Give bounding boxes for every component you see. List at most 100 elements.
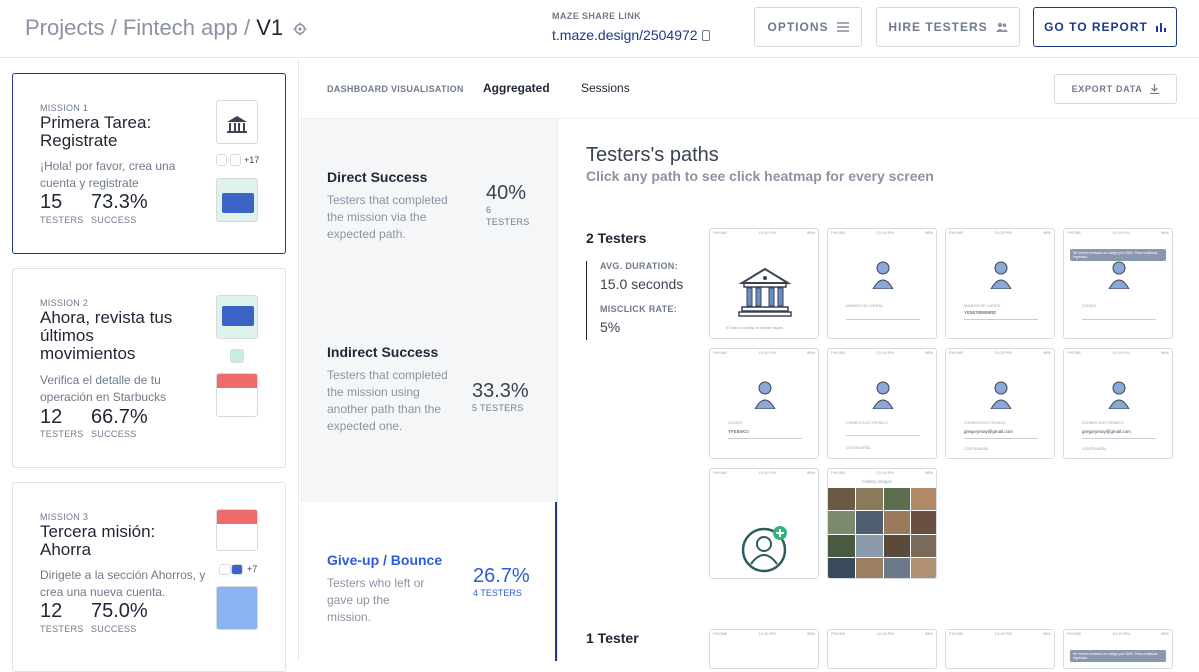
dashboard-visualisation-label: DASHBOARD VISUALISATION: [327, 84, 464, 94]
mission-testers-label: TESTERS: [40, 624, 84, 634]
paths-title: Testers's paths: [586, 144, 719, 166]
share-link-label: MAZE SHARE LINK: [552, 11, 641, 21]
red-header-graphic: [217, 374, 257, 388]
path-screen[interactable]: PHONE 10:15 PM 98% NUMERO DE CUENTA: [827, 228, 937, 339]
field-label: CONTRASEÑA: [846, 446, 871, 450]
breadcrumb-separator: /: [243, 15, 251, 40]
carrier-text: PHONE: [1067, 350, 1082, 355]
tab-aggregated[interactable]: Aggregated: [483, 81, 550, 95]
stat-count-label: 5 TESTERS: [472, 403, 524, 413]
copy-icon[interactable]: [701, 30, 710, 41]
mini-screen-thumbnail: [219, 564, 231, 575]
time-text: 10:15 PM: [1112, 350, 1130, 355]
mission-card-1[interactable]: MISSION 1 Primera Tarea: Registrate ¡Hol…: [12, 73, 286, 254]
breadcrumb-project[interactable]: Fintech app: [123, 15, 238, 40]
red-header-graphic: [217, 510, 257, 524]
share-link[interactable]: t.maze.design/2504972: [552, 27, 710, 43]
mini-screen-thumbnail: [230, 349, 244, 363]
bank-caption: El banco configu a donde vayas: [726, 325, 783, 330]
mission-success-rate: 75.0%: [91, 600, 148, 622]
export-data-button[interactable]: EXPORT DATA: [1054, 74, 1177, 104]
gallery-screen[interactable]: PHONE 10:15 PM 98% Gallery images: [827, 468, 937, 579]
stat-percentage: 26.7%: [473, 565, 530, 587]
breadcrumb-projects[interactable]: Projects: [25, 15, 104, 40]
field-label: CODIGO: [728, 421, 743, 425]
time-text: 10:15 PM: [876, 631, 894, 636]
go-to-report-button[interactable]: GO TO REPORT: [1033, 7, 1177, 47]
stat-percentage: 33.3%: [472, 380, 529, 402]
gallery-photo: [911, 534, 936, 557]
options-label: OPTIONS: [767, 20, 829, 34]
path-screen[interactable]: PHONE 10:15 PM 98% CORREO ELECTRONICO greg…: [945, 348, 1055, 459]
stat-indirect-success[interactable]: Indirect Success Testers that completed …: [300, 294, 557, 502]
field-label: CONTRASEÑA: [964, 447, 989, 451]
field-underline: [846, 435, 920, 436]
mission-card-2[interactable]: MISSION 2 Ahora, revista tus últimos mov…: [12, 268, 286, 468]
status-bar: PHONE 10:15 PM 98%: [710, 469, 818, 476]
path-screen[interactable]: PHONE 10:15 PM 98%: [827, 629, 937, 669]
screen-thumbnail: [216, 373, 258, 417]
field-underline: [964, 319, 1038, 320]
mission-label: MISSION 3: [40, 512, 89, 522]
user-icon: [872, 261, 894, 289]
field-label: NUMERO DE CUENTA: [964, 304, 1001, 308]
gallery-photo: [855, 511, 883, 534]
mini-screen-thumbnail: [216, 154, 227, 166]
mission-card-3[interactable]: MISSION 3 Tercera misión: Ahorra Diriget…: [12, 482, 286, 672]
mission-title: Ahora, revista tus últimos movimientos: [40, 308, 173, 363]
time-text: 10:15 PM: [758, 470, 776, 475]
stat-direct-success[interactable]: Direct Success Testers that completed th…: [300, 119, 557, 294]
path-screen[interactable]: PHONE 10:15 PM 98% CODIGO YFE6SKO: [709, 348, 819, 459]
battery-text: 98%: [806, 470, 815, 475]
options-button[interactable]: OPTIONS: [754, 7, 862, 47]
avg-duration-value: 15.0 seconds: [600, 276, 684, 292]
share-link-text[interactable]: t.maze.design/2504972: [552, 27, 698, 43]
mission-title: Primera Tarea: Registrate: [40, 113, 152, 150]
status-bar: PHONE 10:15 PM 98%: [946, 630, 1054, 637]
screen-thumbnail: [216, 100, 258, 144]
gallery-photo: [883, 511, 911, 534]
battery-text: 98%: [1160, 350, 1169, 355]
card-graphic: [222, 306, 254, 326]
card-screen-thumbnail: [216, 586, 258, 630]
gallery-photo: [855, 557, 883, 578]
hire-testers-button[interactable]: HIRE TESTERS: [876, 7, 1020, 47]
more-screens-count: +7: [247, 564, 258, 574]
carrier-text: PHONE: [713, 230, 728, 235]
time-text: 10:15 PM: [994, 230, 1012, 235]
path-screen[interactable]: PHONE 10:15 PM 98% Se hemos enviado un cód…: [1063, 228, 1173, 339]
gallery-photo: [828, 534, 855, 557]
path-screen[interactable]: PHONE 10:15 PM 98%: [945, 629, 1055, 669]
path-screen[interactable]: PHONE 10:15 PM 98% Se hemos enviado un cód…: [1063, 629, 1173, 669]
carrier-text: PHONE: [831, 631, 846, 636]
bank-icon: [738, 267, 792, 317]
misclick-rate-value: 5%: [600, 319, 621, 335]
mission-testers-label: TESTERS: [40, 215, 84, 225]
gallery-title: Gallery images: [862, 479, 893, 484]
sms-toast: Se hemos enviado un código por SMS. Para…: [1070, 650, 1166, 662]
top-header: Projects / Fintech app / V1 MAZE SHARE L…: [0, 0, 1199, 58]
card-screen-thumbnail: [216, 295, 258, 339]
gear-icon[interactable]: [293, 22, 307, 36]
stat-give-up[interactable]: Give-up / Bounce Testers who left or gav…: [300, 502, 557, 661]
field-underline: [846, 319, 920, 320]
paths-subtitle: Click any path to see click heatmap for …: [586, 168, 934, 184]
gallery-photo: [883, 534, 911, 557]
tab-sessions[interactable]: Sessions: [581, 81, 630, 95]
mission-label: MISSION 1: [40, 103, 89, 113]
gallery-photo: [911, 511, 936, 534]
path-screen[interactable]: PHONE 10:15 PM 98%: [709, 468, 819, 579]
mini-screen-thumbnail: [230, 154, 241, 166]
time-text: 10:15 PM: [758, 230, 776, 235]
path-screen[interactable]: PHONE 10:15 PM 98% NUMERO DE CUENTA YE5678…: [945, 228, 1055, 339]
stat-count-label: 4 TESTERS: [473, 588, 522, 598]
gallery-photo: [855, 488, 883, 511]
path-screen[interactable]: PHONE 10:15 PM 98% CORREO ELECTRONICO CONT…: [827, 348, 937, 459]
mission-testers-count: 15: [40, 191, 63, 213]
path-screen[interactable]: PHONE 10:15 PM 98% CORREO ELECTRONICO greg…: [1063, 348, 1173, 459]
path-screen[interactable]: PHONE 10:15 PM 98% El banco configu a dond…: [709, 228, 819, 339]
stat-title: Direct Success: [327, 169, 428, 185]
time-text: 10:15 PM: [994, 631, 1012, 636]
status-bar: PHONE 10:15 PM 98%: [946, 349, 1054, 356]
path-screen[interactable]: PHONE 10:15 PM 98%: [709, 629, 819, 669]
